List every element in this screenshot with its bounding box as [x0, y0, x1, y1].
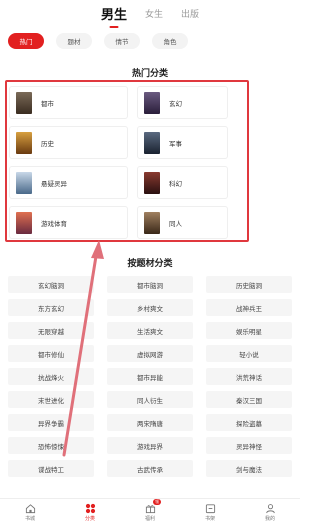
chip-plot[interactable]: 情节 — [104, 33, 140, 49]
hot-category-grid: 都市 玄幻 历史 军事 悬疑灵异 科幻 游戏体育 同人 — [9, 86, 245, 239]
genre-pill[interactable]: 无限穿越 — [8, 322, 94, 339]
chip-role[interactable]: 角色 — [152, 33, 188, 49]
nav-welfare[interactable]: 领 福利 — [125, 499, 175, 522]
category-icon — [85, 503, 95, 514]
category-card-youxi[interactable]: 游戏体育 — [9, 206, 128, 239]
category-card-dushi[interactable]: 都市 — [9, 86, 128, 119]
category-label: 同人 — [169, 220, 182, 228]
genre-grid: 玄幻脑洞 都市脑洞 历史脑洞 东方玄幻 乡村爽文 战神兵王 无限穿越 生活爽文 … — [8, 276, 292, 477]
genre-pill[interactable]: 生活爽文 — [107, 322, 193, 339]
top-tab-bar: 男生 女生 出版 — [0, 0, 300, 26]
book-cover — [144, 171, 160, 194]
nav-label: 书城 — [24, 516, 35, 522]
filter-chips: 热门 题材 情节 角色 — [8, 33, 188, 49]
category-card-xuanhuan[interactable]: 玄幻 — [137, 86, 228, 119]
home-icon — [25, 504, 35, 514]
genre-pill[interactable]: 东方玄幻 — [8, 299, 94, 316]
genre-pill[interactable]: 灵异神怪 — [206, 437, 292, 454]
book-cover — [144, 211, 160, 234]
genre-pill[interactable]: 谍战特工 — [8, 460, 94, 477]
category-label: 游戏体育 — [41, 220, 67, 228]
genre-pill[interactable]: 历史脑洞 — [206, 276, 292, 293]
category-label: 玄幻 — [169, 100, 182, 108]
category-label: 历史 — [41, 140, 54, 148]
category-card-kehuan[interactable]: 科幻 — [137, 166, 228, 199]
genre-pill[interactable]: 虚拟网游 — [107, 345, 193, 362]
genre-pill[interactable]: 都市脑洞 — [107, 276, 193, 293]
category-label: 都市 — [41, 100, 54, 108]
category-label: 悬疑灵异 — [41, 180, 67, 188]
nav-profile[interactable]: 我的 — [245, 503, 295, 522]
book-cover — [16, 211, 32, 234]
genre-pill[interactable]: 古武传承 — [107, 460, 193, 477]
book-cover — [16, 131, 32, 154]
nav-label: 分类 — [84, 516, 95, 522]
category-card-tongren[interactable]: 同人 — [137, 206, 228, 239]
profile-icon — [265, 504, 275, 514]
category-card-xuanyi[interactable]: 悬疑灵异 — [9, 166, 128, 199]
genre-pill[interactable]: 秦汉三国 — [206, 391, 292, 408]
genre-pill[interactable]: 剑与魔法 — [206, 460, 292, 477]
chip-theme[interactable]: 题材 — [56, 33, 92, 49]
genre-pill[interactable]: 两宋隋唐 — [107, 414, 193, 431]
nav-bookshelf[interactable]: 书架 — [185, 503, 235, 522]
genre-pill[interactable]: 轻小说 — [206, 345, 292, 362]
genre-pill[interactable]: 末世进化 — [8, 391, 94, 408]
book-cover — [16, 91, 32, 114]
genre-pill[interactable]: 洪荒神话 — [206, 368, 292, 385]
book-cover — [144, 131, 160, 154]
category-label: 军事 — [169, 140, 182, 148]
genre-pill[interactable]: 都市异能 — [107, 368, 193, 385]
genre-pill[interactable]: 游戏异界 — [107, 437, 193, 454]
genre-pill[interactable]: 异界争霸 — [8, 414, 94, 431]
hot-section-title: 热门分类 — [131, 68, 168, 78]
book-cover — [16, 171, 32, 194]
category-card-junshi[interactable]: 军事 — [137, 126, 228, 159]
bottom-nav: 书城 分类 领 福利 书架 我的 — [0, 498, 300, 526]
tab-male[interactable]: 男生 — [101, 4, 127, 23]
nav-label: 书架 — [204, 516, 215, 522]
category-card-lishi[interactable]: 历史 — [9, 126, 128, 159]
genre-section-title: 按题材分类 — [127, 258, 173, 268]
nav-bookstore[interactable]: 书城 — [5, 503, 55, 522]
tab-publish[interactable]: 出版 — [181, 7, 199, 20]
chip-hot[interactable]: 热门 — [8, 33, 44, 49]
bookshelf-icon — [205, 504, 215, 514]
nav-label: 福利 — [144, 516, 155, 522]
genre-pill[interactable]: 玄幻脑洞 — [8, 276, 94, 293]
welfare-badge: 领 — [153, 499, 161, 505]
category-label: 科幻 — [169, 180, 182, 188]
genre-pill[interactable]: 娱乐明星 — [206, 322, 292, 339]
genre-pill[interactable]: 抗战烽火 — [8, 368, 94, 385]
nav-category[interactable]: 分类 — [65, 503, 115, 522]
genre-pill[interactable]: 乡村爽文 — [107, 299, 193, 316]
book-cover — [144, 91, 160, 114]
genre-pill[interactable]: 都市修仙 — [8, 345, 94, 362]
tab-female[interactable]: 女生 — [145, 7, 163, 20]
genre-pill[interactable]: 探险盗墓 — [206, 414, 292, 431]
nav-label: 我的 — [264, 516, 275, 522]
genre-pill[interactable]: 同人衍生 — [107, 391, 193, 408]
genre-pill[interactable]: 战神兵王 — [206, 299, 292, 316]
genre-pill[interactable]: 恐怖惊悚 — [8, 437, 94, 454]
